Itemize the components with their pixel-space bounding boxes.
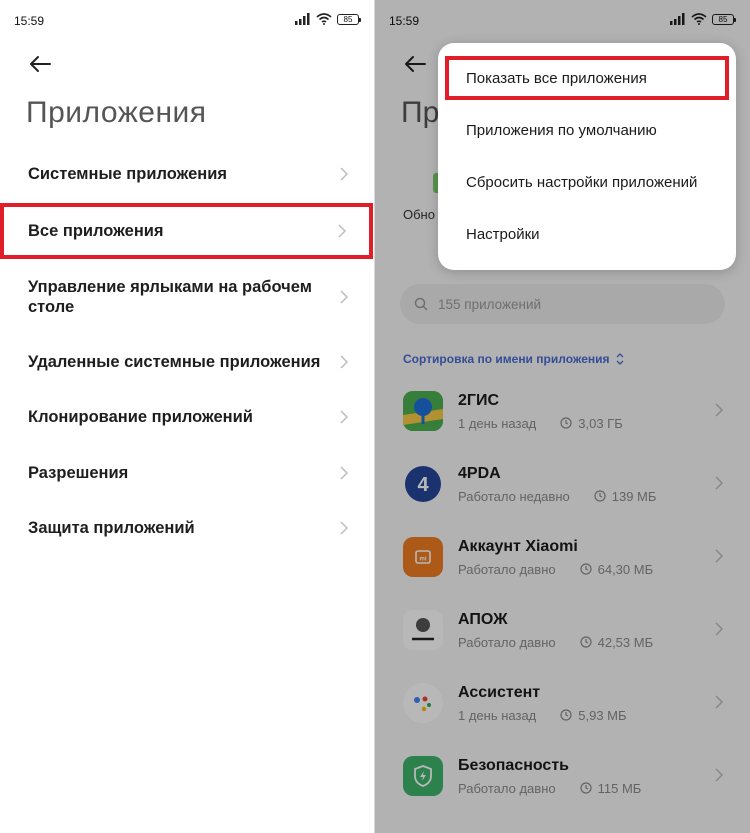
menu-item-label: Удаленные системные приложения xyxy=(28,352,321,371)
menu-default-apps[interactable]: Приложения по умолчанию xyxy=(466,122,657,139)
back-arrow-icon[interactable] xyxy=(26,50,54,78)
right-screen: 15:59 85 Пр Обно 155 приложений Сортиров… xyxy=(375,0,750,833)
menu-show-all-apps[interactable]: Показать все приложения xyxy=(466,70,647,87)
chevron-right-icon xyxy=(340,289,349,304)
menu-item-shortcuts[interactable]: Управление ярлыками на рабочем столе xyxy=(0,259,375,334)
menu-reset-app-settings[interactable]: Сбросить настройки приложений xyxy=(466,174,697,191)
menu-item-permissions[interactable]: Разрешения xyxy=(0,445,375,500)
wifi-icon xyxy=(316,13,332,25)
page-title: Приложения xyxy=(26,96,207,129)
overflow-menu-popup: Показать все приложения Приложения по ум… xyxy=(438,43,736,270)
settings-menu: Системные приложения Все приложения Упра… xyxy=(0,145,375,556)
battery-icon: 85 xyxy=(337,13,361,25)
menu-item-removed-system-apps[interactable]: Удаленные системные приложения xyxy=(0,334,375,389)
left-screen: 15:59 85 Приложения Системные приложения… xyxy=(0,0,375,833)
menu-item-label: Управление ярлыками на рабочем столе xyxy=(28,277,312,316)
menu-item-label: Все приложения xyxy=(28,222,164,240)
chevron-right-icon xyxy=(340,465,349,480)
menu-item-system-apps[interactable]: Системные приложения xyxy=(0,145,375,203)
chevron-right-icon xyxy=(340,354,349,369)
menu-item-label: Разрешения xyxy=(28,463,129,482)
signal-icon xyxy=(295,13,310,25)
menu-item-all-apps[interactable]: Все приложения xyxy=(0,203,373,259)
status-time: 15:59 xyxy=(14,14,45,28)
status-bar: 15:59 85 xyxy=(0,0,375,42)
status-icons: 85 xyxy=(295,13,361,25)
chevron-right-icon xyxy=(340,167,349,181)
chevron-right-icon xyxy=(340,410,349,424)
menu-item-label: Клонирование приложений xyxy=(28,408,253,426)
menu-item-label: Защита приложений xyxy=(28,519,195,537)
menu-item-app-lock[interactable]: Защита приложений xyxy=(0,500,375,556)
menu-item-clone-apps[interactable]: Клонирование приложений xyxy=(0,389,375,445)
menu-item-label: Системные приложения xyxy=(28,165,228,183)
chevron-right-icon xyxy=(338,224,347,238)
chevron-right-icon xyxy=(340,521,349,535)
menu-settings[interactable]: Настройки xyxy=(466,226,540,243)
